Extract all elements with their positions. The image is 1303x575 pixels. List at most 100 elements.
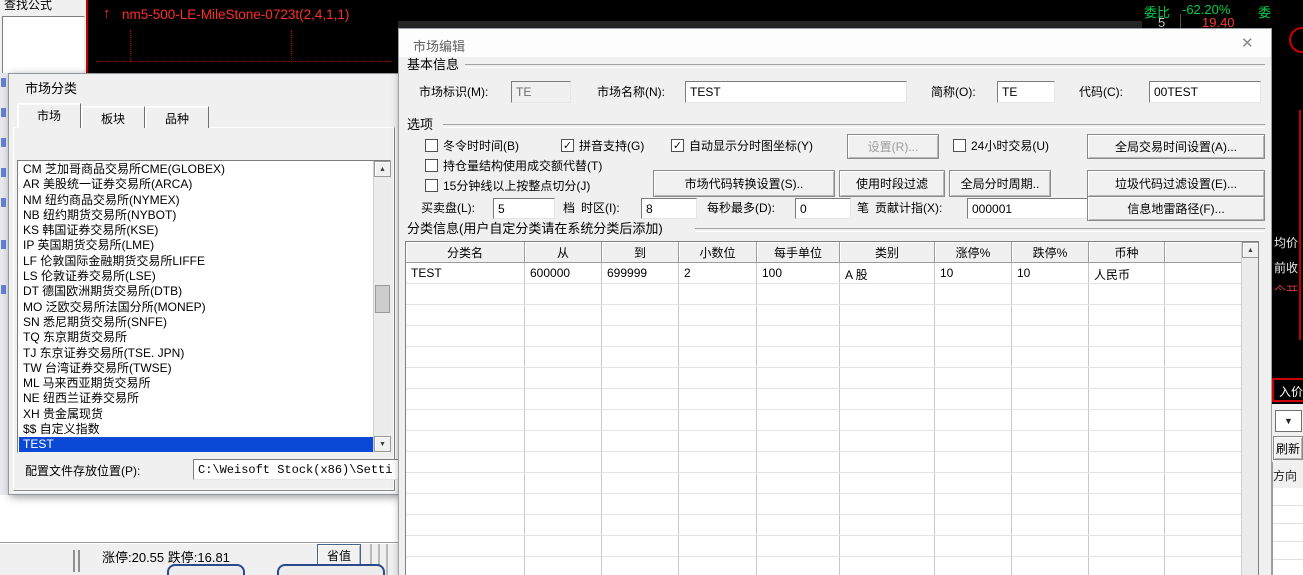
exchange-list-item[interactable]: TEST bbox=[19, 437, 378, 452]
price-tab[interactable]: 入价 bbox=[1272, 378, 1303, 402]
contrib-index-input[interactable]: 000001 bbox=[967, 198, 1095, 219]
tab-variety[interactable]: 品种 bbox=[145, 106, 209, 128]
exchange-list-item[interactable]: CM 芝加哥商品交易所CME(GLOBEX) bbox=[19, 162, 390, 177]
class-table-cell bbox=[757, 305, 840, 325]
config-path-input[interactable]: C:\Weisoft Stock(x86)\Setti bbox=[193, 459, 399, 480]
refresh-button[interactable]: 刷新 bbox=[1273, 436, 1303, 460]
table-empty-row[interactable] bbox=[406, 494, 1258, 515]
settings-button[interactable]: 设置(R)... bbox=[847, 134, 939, 159]
exchange-list-item[interactable]: DT 德国欧洲期货交易所(DTB) bbox=[19, 284, 390, 299]
global-period-button[interactable]: 全局分时周期.. bbox=[949, 170, 1051, 197]
default-value-button[interactable]: 省值 bbox=[317, 544, 361, 566]
table-empty-row[interactable] bbox=[406, 305, 1258, 326]
class-info-group-label: 分类信息(用户自定分类请在系统分类后添加) bbox=[407, 221, 663, 236]
code-convert-button[interactable]: 市场代码转换设置(S).. bbox=[653, 170, 835, 197]
class-table-header[interactable]: 小数位 bbox=[679, 242, 757, 263]
dialog-title: 市场编辑 bbox=[413, 39, 466, 54]
market-id-input[interactable]: TE bbox=[511, 81, 571, 103]
table-empty-row[interactable] bbox=[406, 473, 1258, 494]
combo-dropdown-button[interactable]: ▼ bbox=[1275, 410, 1302, 432]
exchange-list-item[interactable]: XH 贵金属现货 bbox=[19, 407, 390, 422]
bid-levels-input[interactable]: 5 bbox=[493, 198, 555, 219]
class-table-cell bbox=[602, 494, 679, 514]
short-name-input[interactable]: TE bbox=[997, 81, 1055, 103]
exchange-list-item[interactable]: MO 泛欧交易所法国分所(MONEP) bbox=[19, 300, 390, 315]
table-empty-row[interactable] bbox=[406, 431, 1258, 452]
junk-filter-button[interactable]: 垃圾代码过滤设置(E)... bbox=[1087, 170, 1265, 197]
table-empty-row[interactable] bbox=[406, 410, 1258, 431]
class-table-cell bbox=[602, 305, 679, 325]
table-empty-row[interactable] bbox=[406, 515, 1258, 536]
exchange-list-item[interactable]: SN 悉尼期货交易所(SNFE) bbox=[19, 315, 390, 330]
class-table-cell bbox=[406, 431, 525, 451]
timezone-input[interactable]: 8 bbox=[641, 198, 697, 219]
scroll-down-button[interactable]: ▼ bbox=[374, 436, 391, 452]
class-table-header[interactable]: 到 bbox=[602, 242, 679, 263]
code-input[interactable]: 00TEST bbox=[1149, 81, 1261, 103]
table-empty-row[interactable] bbox=[406, 536, 1258, 557]
time-filter-button[interactable]: 使用时段过滤 bbox=[839, 170, 945, 197]
class-table-header[interactable]: 从 bbox=[525, 242, 602, 263]
exchange-list-item[interactable]: LS 伦敦证券交易所(LSE) bbox=[19, 269, 390, 284]
exchange-list-item[interactable]: TW 台湾证券交易所(TWSE) bbox=[19, 361, 390, 376]
exchange-list-item[interactable]: TQ 东京期货交易所 bbox=[19, 330, 390, 345]
table-empty-row[interactable] bbox=[406, 368, 1258, 389]
class-table-cell: 10 bbox=[935, 263, 1012, 283]
background-button[interactable] bbox=[277, 564, 385, 575]
exchange-list-item[interactable]: $$ 自定义指数 bbox=[19, 422, 390, 437]
class-table-cell bbox=[935, 368, 1012, 388]
direction-column-header[interactable]: 方向 bbox=[1272, 462, 1303, 490]
exchange-list-item[interactable]: TJ 东京证券交易所(TSE. JPN) bbox=[19, 346, 390, 361]
exchange-list-scrollbar[interactable]: ▲ ▼ bbox=[373, 161, 391, 452]
exchange-list-item[interactable]: NE 纽西兰证券交易所 bbox=[19, 391, 390, 406]
market-name-input[interactable]: TEST bbox=[685, 81, 907, 103]
exchange-list[interactable]: CM 芝加哥商品交易所CME(GLOBEX) AR 美股统一证券交易所(ARCA)… bbox=[17, 160, 391, 453]
class-table-cell bbox=[757, 515, 840, 535]
class-table-header[interactable]: 跌停% bbox=[1012, 242, 1089, 263]
exchange-list-item[interactable]: IP 英国期货交易所(LME) bbox=[19, 238, 390, 253]
table-empty-row[interactable] bbox=[406, 557, 1258, 575]
exchange-list-item[interactable]: KS 韩国证券交易所(KSE) bbox=[19, 223, 390, 238]
exchange-list-item[interactable]: NM 纽约商品交易所(NYMEX) bbox=[19, 193, 390, 208]
table-empty-row[interactable] bbox=[406, 452, 1258, 473]
table-empty-row[interactable] bbox=[406, 284, 1258, 305]
auto-axis-checkbox[interactable]: ✓ bbox=[671, 139, 684, 152]
info-mine-path-button[interactable]: 信息地雷路径(F)... bbox=[1087, 196, 1265, 221]
close-icon[interactable]: ✕ bbox=[1241, 34, 1254, 52]
tab-market[interactable]: 市场 bbox=[17, 103, 81, 128]
tab-board[interactable]: 板块 bbox=[81, 106, 145, 128]
table-row[interactable]: TEST 600000 699999 2 100 A 股 10 10 人民币 bbox=[406, 263, 1258, 284]
exchange-list-item[interactable]: LF 伦敦国际金融期货交易所LIFFE bbox=[19, 254, 390, 269]
min15-checkbox[interactable] bbox=[425, 179, 438, 192]
exchange-list-item[interactable]: ML 马来西亚期货交易所 bbox=[19, 376, 390, 391]
table-scrollbar[interactable]: ▲ bbox=[1241, 242, 1258, 575]
oi-struct-checkbox[interactable] bbox=[425, 159, 438, 172]
formula-panel-label: 查找公式 bbox=[4, 0, 53, 12]
splitter-handle[interactable] bbox=[73, 550, 75, 572]
formula-listbox[interactable] bbox=[2, 16, 85, 75]
table-empty-row[interactable] bbox=[406, 326, 1258, 347]
pinyin-checkbox[interactable]: ✓ bbox=[561, 139, 574, 152]
global-time-button[interactable]: 全局交易时间设置(A)... bbox=[1087, 134, 1265, 159]
background-button[interactable] bbox=[167, 564, 245, 575]
class-table-header[interactable] bbox=[1165, 242, 1242, 263]
splitter-handle[interactable] bbox=[78, 550, 80, 572]
h24-checkbox[interactable] bbox=[953, 139, 966, 152]
class-table-cell bbox=[1165, 473, 1242, 493]
exchange-list-item[interactable]: AR 美股统一证券交易所(ARCA) bbox=[19, 177, 390, 192]
class-table-cell bbox=[1012, 368, 1089, 388]
per-second-input[interactable]: 0 bbox=[795, 198, 851, 219]
class-table-header[interactable]: 类别 bbox=[840, 242, 935, 263]
table-empty-row[interactable] bbox=[406, 389, 1258, 410]
class-table-header[interactable]: 每手单位 bbox=[757, 242, 840, 263]
class-table-header[interactable]: 涨停% bbox=[935, 242, 1012, 263]
exchange-list-item[interactable]: NB 纽约期货交易所(NYBOT) bbox=[19, 208, 390, 223]
scroll-up-button[interactable]: ▲ bbox=[1242, 242, 1258, 258]
class-table-header[interactable]: 币种 bbox=[1089, 242, 1165, 263]
dst-checkbox[interactable] bbox=[425, 139, 438, 152]
table-empty-row[interactable] bbox=[406, 347, 1258, 368]
prev-close-label: 前收 bbox=[1273, 261, 1298, 275]
scrollbar-thumb[interactable] bbox=[375, 285, 390, 313]
scroll-up-button[interactable]: ▲ bbox=[374, 161, 391, 177]
class-table-header[interactable]: 分类名 bbox=[406, 242, 525, 263]
